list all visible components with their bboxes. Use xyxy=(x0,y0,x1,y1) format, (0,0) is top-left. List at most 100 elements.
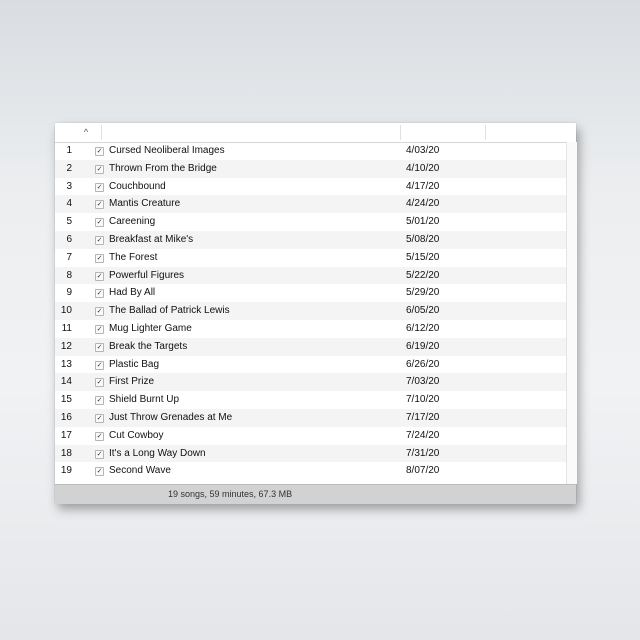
track-number: 3 xyxy=(66,180,72,192)
checkmark-icon[interactable]: ✓ xyxy=(95,147,104,156)
song-title: Had By All xyxy=(109,287,156,299)
track-number: 5 xyxy=(66,216,72,228)
column-header-bar: ^ xyxy=(55,123,576,143)
track-number: 4 xyxy=(66,198,72,210)
song-title: Mug Lighter Game xyxy=(109,322,192,334)
song-row[interactable]: 6 ✓ Breakfast at Mike's 5/08/20 xyxy=(55,230,566,249)
checkmark-icon[interactable]: ✓ xyxy=(95,467,104,477)
checkmark-icon[interactable]: ✓ xyxy=(95,342,104,352)
checkmark-icon[interactable]: ✓ xyxy=(95,413,104,423)
song-date: 5/29/20 xyxy=(406,287,440,299)
song-title: It's a Long Way Down xyxy=(109,447,206,459)
song-row[interactable]: 18 ✓ It's a Long Way Down 7/31/20 xyxy=(55,444,566,463)
song-date: 7/17/20 xyxy=(406,411,440,423)
track-number: 19 xyxy=(60,465,72,477)
song-row[interactable]: 11 ✓ Mug Lighter Game 6/12/20 xyxy=(55,320,566,338)
song-date: 5/15/20 xyxy=(406,251,440,263)
song-title: Powerful Figures xyxy=(109,269,185,281)
track-number: 17 xyxy=(60,429,72,441)
song-date: 7/10/20 xyxy=(406,394,440,406)
song-row[interactable]: 8 ✓ Powerful Figures 5/22/20 xyxy=(55,266,566,285)
song-date: 7/24/20 xyxy=(406,429,440,441)
checkmark-icon[interactable]: ✓ xyxy=(95,200,104,210)
checkmark-icon[interactable]: ✓ xyxy=(95,164,104,174)
song-date: 8/07/20 xyxy=(406,465,440,477)
song-row[interactable]: 14 ✓ First Prize 7/03/20 xyxy=(55,373,566,392)
song-list: 1 ✓ Cursed Neoliberal Images 4/03/20 2 ✓ Throw… xyxy=(55,142,566,480)
song-date: 4/17/20 xyxy=(406,180,440,192)
checkmark-icon[interactable]: ✓ xyxy=(95,253,104,263)
track-number: 10 xyxy=(60,305,72,317)
checkmark-icon[interactable]: ✓ xyxy=(95,396,104,406)
song-title: Just Throw Grenades at Me xyxy=(109,411,233,423)
column-header-name[interactable] xyxy=(102,125,401,140)
song-row[interactable]: 13 ✓ Plastic Bag 6/26/20 xyxy=(55,356,566,374)
song-title: The Ballad of Patrick Lewis xyxy=(109,305,230,317)
song-title: Breakfast at Mike's xyxy=(109,233,194,245)
song-row[interactable]: 1 ✓ Cursed Neoliberal Images 4/03/20 xyxy=(55,142,566,160)
song-row[interactable]: 2 ✓ Thrown From the Bridge 4/10/20 xyxy=(55,159,566,178)
checkmark-icon[interactable]: ✓ xyxy=(95,235,104,245)
song-row[interactable]: 7 ✓ The Forest 5/15/20 xyxy=(55,249,566,267)
checkmark-icon[interactable]: ✓ xyxy=(95,360,104,370)
song-date: 5/22/20 xyxy=(406,269,440,281)
song-row[interactable]: 16 ✓ Just Throw Grenades at Me 7/17/20 xyxy=(55,408,566,427)
song-date: 7/31/20 xyxy=(406,447,440,459)
song-row[interactable]: 15 ✓ Shield Burnt Up 7/10/20 xyxy=(55,391,566,409)
song-date: 4/24/20 xyxy=(406,198,440,210)
track-number: 8 xyxy=(66,269,72,281)
checkmark-icon[interactable]: ✓ xyxy=(95,182,104,192)
checkmark-icon[interactable]: ✓ xyxy=(95,218,104,228)
column-header-date[interactable] xyxy=(401,125,486,140)
track-number: 6 xyxy=(66,233,72,245)
track-number: 13 xyxy=(60,358,72,370)
track-number: 14 xyxy=(60,376,72,388)
song-title: Careening xyxy=(109,216,156,228)
song-row[interactable]: 9 ✓ Had By All 5/29/20 xyxy=(55,284,566,302)
song-row[interactable]: 17 ✓ Cut Cowboy 7/24/20 xyxy=(55,427,566,445)
track-number: 7 xyxy=(66,251,72,263)
song-row[interactable]: 19 ✓ Second Wave 8/07/20 xyxy=(55,462,566,480)
checkmark-icon[interactable]: ✓ xyxy=(95,307,104,317)
track-number: 18 xyxy=(60,447,72,459)
song-title: Cursed Neoliberal Images xyxy=(109,145,225,156)
checkmark-icon[interactable]: ✓ xyxy=(95,431,104,441)
song-title: Mantis Creature xyxy=(109,198,181,210)
song-date: 7/03/20 xyxy=(406,376,440,388)
track-number: 1 xyxy=(66,145,72,156)
track-number: 16 xyxy=(60,411,72,423)
song-title: Break the Targets xyxy=(109,340,188,352)
song-date: 6/12/20 xyxy=(406,322,440,334)
song-row[interactable]: 12 ✓ Break the Targets 6/19/20 xyxy=(55,337,566,356)
song-row[interactable]: 4 ✓ Mantis Creature 4/24/20 xyxy=(55,195,566,214)
track-number: 11 xyxy=(61,322,72,334)
track-number: 12 xyxy=(60,340,72,352)
sort-ascending-icon[interactable]: ^ xyxy=(81,125,91,139)
song-date: 5/01/20 xyxy=(406,216,440,228)
song-title: Plastic Bag xyxy=(109,358,160,370)
song-title: The Forest xyxy=(109,251,158,263)
song-list-window: ^ 1 ✓ Cursed Neoliberal Images 4/03/20 2 ✓ Thr… xyxy=(55,123,577,504)
vertical-scrollbar[interactable] xyxy=(566,142,577,484)
song-row[interactable]: 5 ✓ Careening 5/01/20 xyxy=(55,213,566,231)
track-number: 9 xyxy=(66,287,72,299)
song-date: 4/10/20 xyxy=(406,162,440,174)
column-header-number[interactable] xyxy=(55,125,102,140)
song-title: Shield Burnt Up xyxy=(109,394,180,406)
checkmark-icon[interactable]: ✓ xyxy=(95,271,104,281)
track-number: 2 xyxy=(66,162,72,174)
checkmark-icon[interactable]: ✓ xyxy=(95,289,104,299)
song-row[interactable]: 3 ✓ Couchbound 4/17/20 xyxy=(55,178,566,196)
checkmark-icon[interactable]: ✓ xyxy=(95,449,104,459)
song-row[interactable]: 10 ✓ The Ballad of Patrick Lewis 6/05/20 xyxy=(55,302,566,320)
song-date: 6/05/20 xyxy=(406,305,440,317)
song-date: 5/08/20 xyxy=(406,233,440,245)
song-title: Cut Cowboy xyxy=(109,429,164,441)
song-title: First Prize xyxy=(109,376,154,388)
status-summary: 19 songs, 59 minutes, 67.3 MB xyxy=(168,489,293,499)
checkmark-icon[interactable]: ✓ xyxy=(95,324,104,334)
checkmark-icon[interactable]: ✓ xyxy=(95,378,104,388)
song-title: Thrown From the Bridge xyxy=(109,162,217,174)
track-number: 15 xyxy=(60,394,72,406)
song-date: 6/19/20 xyxy=(406,340,440,352)
